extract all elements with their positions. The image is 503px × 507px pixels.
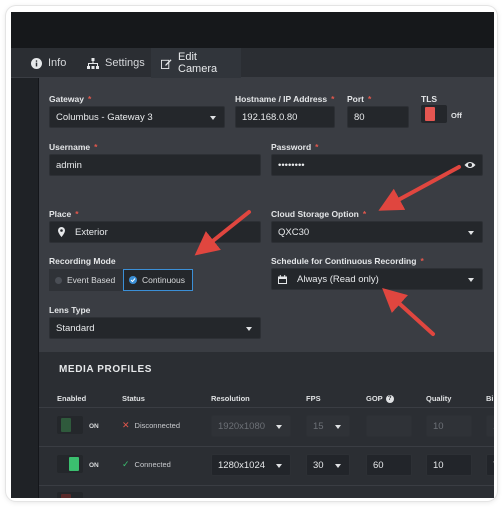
annotation-arrows [194, 165, 461, 336]
camera-editor-app: Info Settings Edit Camera Gateway * Colum… [11, 12, 494, 498]
arrow-recording-mode [194, 210, 251, 256]
arrow-cloud-storage [378, 165, 461, 211]
arrow-schedule [382, 287, 435, 336]
screenshot-frame: Info Settings Edit Camera Gateway * Colum… [6, 6, 497, 501]
